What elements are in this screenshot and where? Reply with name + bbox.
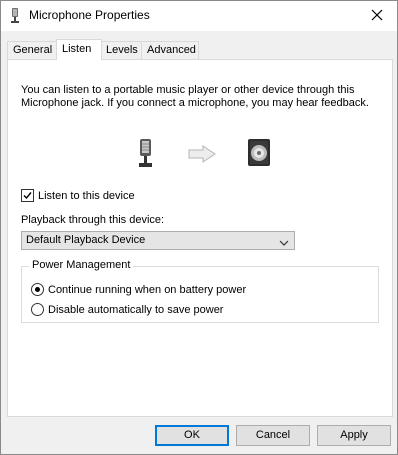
- disable-automatically-radio[interactable]: Disable automatically to save power: [31, 303, 223, 316]
- window-title: Microphone Properties: [29, 8, 150, 22]
- playback-label: Playback through this device:: [21, 214, 165, 226]
- power-management-group: Power Management Continue running when o…: [21, 259, 379, 323]
- apply-button[interactable]: Apply: [317, 425, 391, 446]
- continue-running-radio[interactable]: Continue running when on battery power: [31, 283, 246, 296]
- ok-button[interactable]: OK: [155, 425, 229, 446]
- chevron-down-icon: [279, 236, 289, 253]
- listen-illustration: [136, 138, 276, 170]
- microphone-icon: [136, 139, 156, 172]
- close-button[interactable]: [357, 1, 397, 31]
- close-icon: [371, 9, 383, 24]
- microphone-properties-window: Microphone Properties General Listen Lev…: [0, 0, 398, 455]
- continue-running-label: Continue running when on battery power: [48, 283, 247, 296]
- listen-description: You can listen to a portable music playe…: [21, 84, 369, 109]
- arrow-right-icon: [188, 145, 216, 166]
- cancel-button[interactable]: Cancel: [236, 425, 310, 446]
- radio-unselected[interactable]: [31, 303, 44, 316]
- radio-selected[interactable]: [31, 283, 44, 296]
- tab-advanced[interactable]: Advanced: [141, 41, 199, 59]
- microphone-icon: [10, 8, 20, 24]
- disable-automatically-label: Disable automatically to save power: [48, 303, 224, 316]
- speaker-icon: [246, 138, 274, 171]
- tab-listen[interactable]: Listen: [56, 39, 102, 60]
- listen-panel: You can listen to a portable music playe…: [7, 59, 393, 417]
- title-bar[interactable]: Microphone Properties: [1, 1, 397, 31]
- listen-to-device-label: Listen to this device: [38, 189, 135, 202]
- tab-general[interactable]: General: [7, 41, 58, 59]
- playback-device-value: Default Playback Device: [26, 234, 146, 246]
- power-management-title: Power Management: [29, 259, 134, 271]
- checkbox-box[interactable]: [21, 189, 34, 202]
- listen-to-device-checkbox[interactable]: Listen to this device: [21, 189, 135, 202]
- playback-device-select[interactable]: Default Playback Device: [21, 231, 295, 250]
- tab-levels[interactable]: Levels: [100, 41, 143, 59]
